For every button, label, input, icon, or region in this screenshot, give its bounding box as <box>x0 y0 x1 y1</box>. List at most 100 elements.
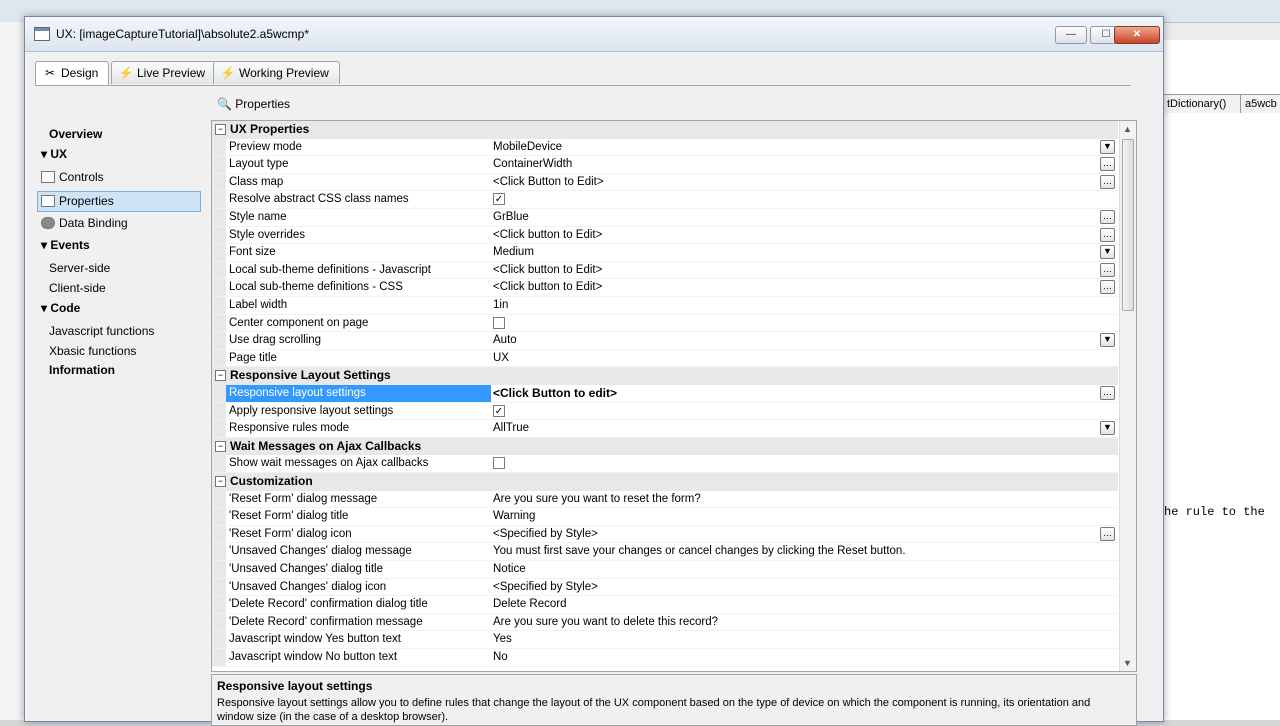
property-value[interactable]: <Specified by Style> <box>493 528 598 540</box>
property-value[interactable]: <Click Button to Edit> <box>493 176 604 188</box>
property-row[interactable]: Style overrides <Click button to Edit> … <box>212 226 1118 245</box>
property-name[interactable]: Resolve abstract CSS class names <box>229 193 409 205</box>
property-name[interactable]: 'Unsaved Changes' dialog title <box>229 563 383 575</box>
category-row[interactable]: − UX Properties <box>212 121 1118 139</box>
tab-design[interactable]: ✂ Design <box>35 61 110 85</box>
property-value[interactable]: <Click button to Edit> <box>493 264 602 276</box>
checkbox-unchecked[interactable] <box>493 316 505 329</box>
property-row[interactable]: Style name GrBlue … <box>212 209 1118 227</box>
property-name[interactable]: Local sub-theme definitions - CSS <box>229 281 403 293</box>
property-row[interactable]: 'Delete Record' confirmation dialog titl… <box>212 596 1118 614</box>
property-row[interactable]: Label width 1in <box>212 297 1118 315</box>
property-row[interactable]: 'Reset Form' dialog icon <Specified by St… <box>212 525 1118 544</box>
collapse-icon[interactable]: − <box>215 440 226 452</box>
property-name[interactable]: 'Reset Form' dialog icon <box>229 528 352 540</box>
nav-events-group[interactable]: ▾ Events <box>41 238 90 252</box>
property-name[interactable]: Layout type <box>229 158 288 170</box>
property-row[interactable]: Javascript window No button text No <box>212 649 1118 667</box>
property-row[interactable]: Responsive layout settings <Click Button … <box>212 385 1118 403</box>
nav-overview[interactable]: Overview <box>49 127 102 141</box>
property-row[interactable]: Local sub-theme definitions - CSS <Click … <box>212 279 1118 297</box>
property-value[interactable]: Warning <box>493 510 535 522</box>
property-value[interactable]: ContainerWidth <box>493 158 572 170</box>
property-value[interactable]: You must first save your changes or canc… <box>493 545 906 557</box>
property-row[interactable]: 'Delete Record' confirmation message Are … <box>212 613 1118 632</box>
scroll-up-icon[interactable]: ▲ <box>1123 124 1132 134</box>
property-name[interactable]: 'Reset Form' dialog message <box>229 493 377 505</box>
property-value[interactable]: <Specified by Style> <box>493 581 598 593</box>
dropdown-arrow-button[interactable]: ▼ <box>1100 333 1115 348</box>
checkbox-unchecked[interactable] <box>493 457 505 470</box>
property-row[interactable]: Show wait messages on Ajax callbacks <box>212 455 1118 473</box>
background-tab-a5wcb[interactable]: a5wcb <box>1240 94 1280 113</box>
nav-server-side[interactable]: Server-side <box>49 261 110 275</box>
property-name[interactable]: Style overrides <box>229 229 305 241</box>
property-name[interactable]: Class map <box>229 176 283 188</box>
property-row[interactable]: Preview mode MobileDevice ▼ <box>212 138 1118 157</box>
property-value[interactable]: UX <box>493 352 509 364</box>
category-row[interactable]: − Wait Messages on Ajax Callbacks <box>212 437 1118 456</box>
property-name[interactable]: Page title <box>229 352 277 364</box>
ellipsis-button[interactable]: … <box>1100 227 1115 242</box>
ellipsis-button[interactable]: … <box>1100 210 1115 224</box>
nav-client-side[interactable]: Client-side <box>49 281 106 295</box>
nav-properties[interactable]: Properties <box>37 191 201 212</box>
property-name[interactable]: Javascript window No button text <box>229 651 397 663</box>
category-row[interactable]: − Customization <box>212 473 1118 491</box>
property-name[interactable]: Javascript window Yes button text <box>229 633 401 645</box>
property-row[interactable]: Javascript window Yes button text Yes <box>212 631 1118 649</box>
property-row[interactable]: Resolve abstract CSS class names ✓ <box>212 191 1118 209</box>
property-row[interactable]: Class map <Click Button to Edit> … <box>212 173 1118 192</box>
ellipsis-button[interactable]: … <box>1100 262 1115 277</box>
nav-javascript-functions[interactable]: Javascript functions <box>49 324 154 338</box>
property-value[interactable]: <Click Button to edit> <box>493 386 617 400</box>
property-value[interactable]: Notice <box>493 563 526 575</box>
ellipsis-button[interactable]: … <box>1100 280 1115 295</box>
vertical-scrollbar[interactable]: ▲ ▼ <box>1119 121 1136 671</box>
property-value[interactable]: MobileDevice <box>493 141 562 153</box>
property-name[interactable]: 'Delete Record' confirmation dialog titl… <box>229 598 428 610</box>
background-tab-dictionary[interactable]: tDictionary() <box>1162 94 1244 113</box>
dropdown-arrow-button[interactable]: ▼ <box>1100 139 1115 154</box>
ellipsis-button[interactable]: … <box>1100 157 1115 172</box>
property-name[interactable]: Apply responsive layout settings <box>229 405 393 417</box>
property-name[interactable]: Responsive rules mode <box>229 422 349 434</box>
tab-working-preview[interactable]: ⚡ Working Preview <box>213 61 340 84</box>
property-value[interactable]: Auto <box>493 334 517 346</box>
property-value[interactable]: Are you sure you want to reset the form? <box>493 493 701 505</box>
property-name[interactable]: Show wait messages on Ajax callbacks <box>229 457 428 469</box>
dropdown-arrow-button[interactable]: ▼ <box>1100 421 1115 436</box>
ellipsis-button[interactable]: … <box>1100 174 1115 189</box>
minimize-button[interactable]: — <box>1055 26 1087 44</box>
tab-live-preview[interactable]: ⚡ Live Preview <box>111 61 217 84</box>
property-row[interactable]: Responsive rules mode AllTrue ▼ <box>212 420 1118 438</box>
property-value[interactable]: Medium <box>493 246 534 258</box>
nav-code-group[interactable]: ▾ Code <box>41 301 80 315</box>
property-row[interactable]: 'Reset Form' dialog message Are you sure … <box>212 490 1118 509</box>
checkbox-checked[interactable]: ✓ <box>493 193 505 206</box>
property-value[interactable]: Are you sure you want to delete this rec… <box>493 616 718 628</box>
scroll-down-icon[interactable]: ▼ <box>1123 658 1132 668</box>
property-value[interactable]: GrBlue <box>493 211 529 223</box>
property-name[interactable]: Font size <box>229 246 276 258</box>
property-name[interactable]: Style name <box>229 211 287 223</box>
property-value[interactable]: Delete Record <box>493 598 567 610</box>
nav-controls[interactable]: Controls <box>41 170 104 184</box>
property-row[interactable]: Apply responsive layout settings ✓ <box>212 402 1118 421</box>
property-name[interactable]: Local sub-theme definitions - Javascript <box>229 264 431 276</box>
property-name[interactable]: Center component on page <box>229 317 368 329</box>
property-name[interactable]: 'Unsaved Changes' dialog icon <box>229 581 386 593</box>
property-name[interactable]: Label width <box>229 299 287 311</box>
close-button[interactable]: ✕ <box>1114 26 1160 44</box>
nav-xbasic-functions[interactable]: Xbasic functions <box>49 344 136 358</box>
property-value[interactable]: <Click button to Edit> <box>493 229 602 241</box>
property-name[interactable]: 'Unsaved Changes' dialog message <box>229 545 412 557</box>
nav-ux-group[interactable]: ▾ UX <box>41 147 67 161</box>
ellipsis-button[interactable]: … <box>1100 386 1115 400</box>
property-row[interactable]: Page title UX <box>212 349 1118 368</box>
property-name[interactable]: Responsive layout settings <box>226 385 491 403</box>
checkbox-checked[interactable]: ✓ <box>493 404 505 417</box>
property-row[interactable]: Font size Medium ▼ <box>212 244 1118 262</box>
property-row[interactable]: Local sub-theme definitions - Javascript… <box>212 261 1118 280</box>
property-row[interactable]: Layout type ContainerWidth … <box>212 156 1118 174</box>
